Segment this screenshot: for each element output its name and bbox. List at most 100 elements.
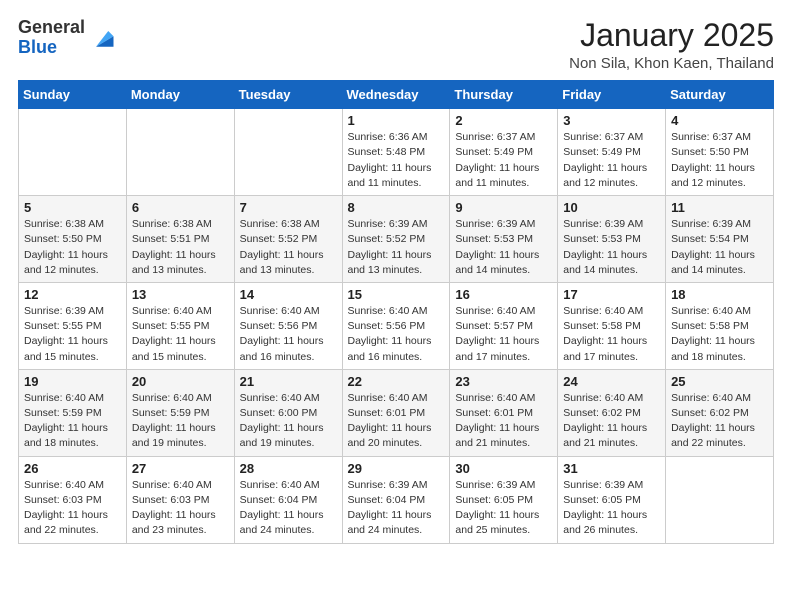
day-cell: 11 Sunrise: 6:39 AM Sunset: 5:54 PM Dayli… [666,196,774,283]
month-title: January 2025 [569,18,774,53]
day-number: 4 [671,113,768,128]
day-number: 24 [563,374,660,389]
day-info: Sunrise: 6:40 AM Sunset: 5:56 PM Dayligh… [240,304,337,365]
day-number: 18 [671,287,768,302]
day-number: 25 [671,374,768,389]
day-info: Sunrise: 6:40 AM Sunset: 5:56 PM Dayligh… [348,304,445,365]
day-cell: 21Sunrise: 6:40 AM Sunset: 6:00 PM Dayli… [234,369,342,456]
day-info: Sunrise: 6:40 AM Sunset: 5:55 PM Dayligh… [132,304,229,365]
day-number: 22 [348,374,445,389]
day-info: Sunrise: 6:40 AM Sunset: 6:01 PM Dayligh… [348,391,445,452]
day-info: Sunrise: 6:40 AM Sunset: 6:01 PM Dayligh… [455,391,552,452]
day-number: 23 [455,374,552,389]
day-info: Sunrise: 6:39 AM Sunset: 5:53 PM Dayligh… [455,217,552,278]
day-cell: 15Sunrise: 6:40 AM Sunset: 5:56 PM Dayli… [342,282,450,369]
week-row-4: 19 Sunrise: 6:40 AM Sunset: 5:59 PM Dayli… [19,369,774,456]
logo: General Blue [18,18,117,58]
day-number: 12 [24,287,121,302]
calendar-table: SundayMondayTuesdayWednesdayThursdayFrid… [18,80,774,543]
day-cell: 17 Sunrise: 6:40 AM Sunset: 5:58 PM Dayli… [558,282,666,369]
header: General Blue January 2025 Non Sila, Khon… [18,18,774,72]
weekday-header-monday: Monday [126,81,234,109]
weekday-header-saturday: Saturday [666,81,774,109]
day-number: 11 [671,200,768,215]
day-cell: 22 Sunrise: 6:40 AM Sunset: 6:01 PM Dayli… [342,369,450,456]
day-cell: 14 Sunrise: 6:40 AM Sunset: 5:56 PM Dayli… [234,282,342,369]
day-number: 6 [132,200,229,215]
logo-icon [89,24,117,52]
day-number: 28 [240,461,337,476]
day-cell: 16 Sunrise: 6:40 AM Sunset: 5:57 PM Dayli… [450,282,558,369]
day-number: 1 [348,113,445,128]
day-number: 3 [563,113,660,128]
day-info: Sunrise: 6:40 AM Sunset: 6:04 PM Dayligh… [240,478,337,539]
day-info: Sunrise: 6:39 AM Sunset: 5:53 PM Dayligh… [563,217,660,278]
day-info: Sunrise: 6:38 AM Sunset: 5:51 PM Dayligh… [132,217,229,278]
day-info: Sunrise: 6:40 AM Sunset: 5:59 PM Dayligh… [132,391,229,452]
calendar-page: General Blue January 2025 Non Sila, Khon… [0,0,792,612]
day-number: 9 [455,200,552,215]
day-cell: 7Sunrise: 6:38 AM Sunset: 5:52 PM Daylig… [234,196,342,283]
day-number: 5 [24,200,121,215]
day-cell: 26Sunrise: 6:40 AM Sunset: 6:03 PM Dayli… [19,456,127,543]
location-title: Non Sila, Khon Kaen, Thailand [569,55,774,72]
day-info: Sunrise: 6:40 AM Sunset: 6:02 PM Dayligh… [563,391,660,452]
day-info: Sunrise: 6:40 AM Sunset: 5:58 PM Dayligh… [671,304,768,365]
day-info: Sunrise: 6:40 AM Sunset: 6:03 PM Dayligh… [24,478,121,539]
day-cell: 19 Sunrise: 6:40 AM Sunset: 5:59 PM Dayli… [19,369,127,456]
day-info: Sunrise: 6:39 AM Sunset: 5:55 PM Dayligh… [24,304,121,365]
day-info: Sunrise: 6:40 AM Sunset: 5:57 PM Dayligh… [455,304,552,365]
day-cell: 23 Sunrise: 6:40 AM Sunset: 6:01 PM Dayli… [450,369,558,456]
day-info: Sunrise: 6:37 AM Sunset: 5:50 PM Dayligh… [671,130,768,191]
logo-blue-text: Blue [18,37,57,57]
day-info: Sunrise: 6:36 AM Sunset: 5:48 PM Dayligh… [348,130,445,191]
weekday-header-friday: Friday [558,81,666,109]
day-cell: 13Sunrise: 6:40 AM Sunset: 5:55 PM Dayli… [126,282,234,369]
weekday-header-row: SundayMondayTuesdayWednesdayThursdayFrid… [19,81,774,109]
weekday-header-tuesday: Tuesday [234,81,342,109]
day-number: 27 [132,461,229,476]
day-info: Sunrise: 6:39 AM Sunset: 6:04 PM Dayligh… [348,478,445,539]
day-cell: 31Sunrise: 6:39 AM Sunset: 6:05 PM Dayli… [558,456,666,543]
day-cell [126,109,234,196]
day-number: 7 [240,200,337,215]
day-cell: 28 Sunrise: 6:40 AM Sunset: 6:04 PM Dayli… [234,456,342,543]
day-cell: 2 Sunrise: 6:37 AM Sunset: 5:49 PM Daylig… [450,109,558,196]
day-number: 17 [563,287,660,302]
day-number: 16 [455,287,552,302]
day-info: Sunrise: 6:37 AM Sunset: 5:49 PM Dayligh… [455,130,552,191]
week-row-1: 1 Sunrise: 6:36 AM Sunset: 5:48 PM Daylig… [19,109,774,196]
day-cell: 18 Sunrise: 6:40 AM Sunset: 5:58 PM Dayli… [666,282,774,369]
day-info: Sunrise: 6:40 AM Sunset: 5:59 PM Dayligh… [24,391,121,452]
day-info: Sunrise: 6:40 AM Sunset: 6:02 PM Dayligh… [671,391,768,452]
day-info: Sunrise: 6:40 AM Sunset: 6:00 PM Dayligh… [240,391,337,452]
day-number: 30 [455,461,552,476]
day-cell: 30 Sunrise: 6:39 AM Sunset: 6:05 PM Dayli… [450,456,558,543]
weekday-header-thursday: Thursday [450,81,558,109]
day-cell: 29 Sunrise: 6:39 AM Sunset: 6:04 PM Dayli… [342,456,450,543]
day-info: Sunrise: 6:39 AM Sunset: 6:05 PM Dayligh… [455,478,552,539]
day-cell: 27 Sunrise: 6:40 AM Sunset: 6:03 PM Dayli… [126,456,234,543]
logo-general-text: General [18,17,85,37]
day-number: 19 [24,374,121,389]
day-cell: 8Sunrise: 6:39 AM Sunset: 5:52 PM Daylig… [342,196,450,283]
week-row-2: 5Sunrise: 6:38 AM Sunset: 5:50 PM Daylig… [19,196,774,283]
day-info: Sunrise: 6:40 AM Sunset: 6:03 PM Dayligh… [132,478,229,539]
week-row-3: 12 Sunrise: 6:39 AM Sunset: 5:55 PM Dayli… [19,282,774,369]
day-cell: 5Sunrise: 6:38 AM Sunset: 5:50 PM Daylig… [19,196,127,283]
day-info: Sunrise: 6:39 AM Sunset: 5:54 PM Dayligh… [671,217,768,278]
day-number: 20 [132,374,229,389]
day-number: 8 [348,200,445,215]
day-cell: 3 Sunrise: 6:37 AM Sunset: 5:49 PM Daylig… [558,109,666,196]
day-info: Sunrise: 6:40 AM Sunset: 5:58 PM Dayligh… [563,304,660,365]
day-cell [666,456,774,543]
weekday-header-sunday: Sunday [19,81,127,109]
day-cell: 6 Sunrise: 6:38 AM Sunset: 5:51 PM Daylig… [126,196,234,283]
day-number: 2 [455,113,552,128]
day-info: Sunrise: 6:37 AM Sunset: 5:49 PM Dayligh… [563,130,660,191]
day-cell: 1 Sunrise: 6:36 AM Sunset: 5:48 PM Daylig… [342,109,450,196]
day-number: 14 [240,287,337,302]
day-cell: 9 Sunrise: 6:39 AM Sunset: 5:53 PM Daylig… [450,196,558,283]
day-cell [19,109,127,196]
day-number: 29 [348,461,445,476]
